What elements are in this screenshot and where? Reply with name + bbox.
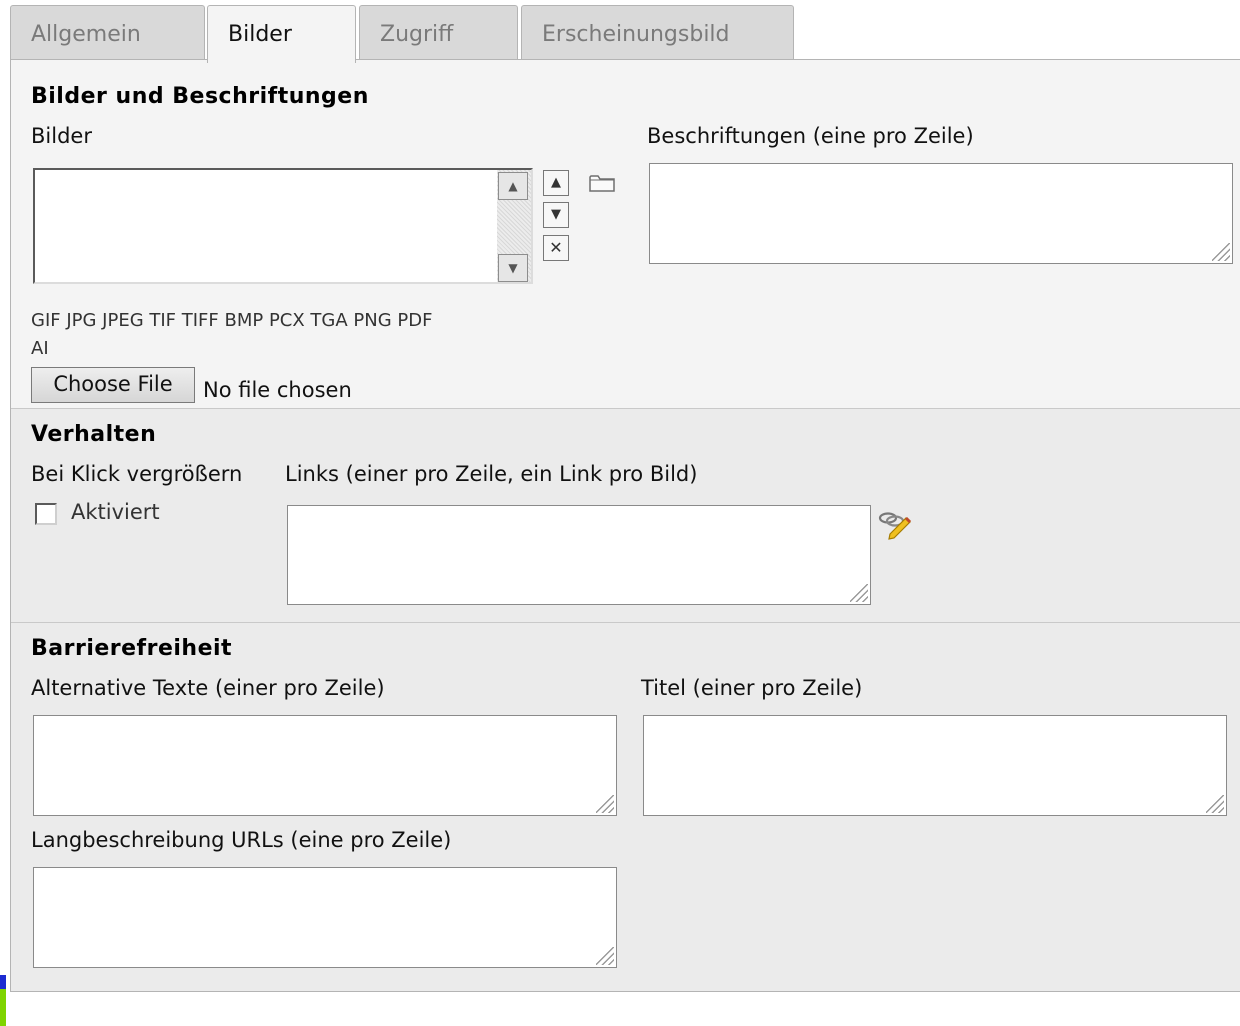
- color-strip-green: [0, 989, 6, 1026]
- images-list-scrollbar[interactable]: ▲ ▼: [497, 170, 531, 282]
- resize-grip-icon[interactable]: [596, 795, 614, 813]
- allowed-file-types-cont: AI: [31, 338, 49, 359]
- zoom-checkbox-label[interactable]: Aktiviert: [71, 500, 160, 524]
- images-select-list[interactable]: ▲ ▼: [33, 168, 533, 284]
- move-up-icon[interactable]: ▲: [543, 170, 569, 196]
- longdesc-textarea[interactable]: [33, 867, 617, 968]
- images-section-heading: Bilder und Beschriftungen: [31, 84, 369, 109]
- longdesc-label: Langbeschreibung URLs (eine pro Zeile): [31, 828, 452, 852]
- alt-text-label: Alternative Texte (einer pro Zeile): [31, 676, 385, 700]
- resize-grip-icon[interactable]: [850, 584, 868, 602]
- choose-file-button[interactable]: Choose File: [31, 367, 195, 403]
- allowed-file-types: GIF JPG JPEG TIF TIFF BMP PCX TGA PNG PD…: [31, 310, 433, 331]
- images-label: Bilder: [31, 124, 92, 148]
- alt-text-textarea[interactable]: [33, 715, 617, 816]
- captions-textarea[interactable]: [649, 163, 1233, 264]
- link-wizard-icon[interactable]: [878, 510, 914, 540]
- tab-allgemein[interactable]: Allgemein: [10, 5, 205, 61]
- accessibility-section-heading: Barrierefreiheit: [31, 636, 233, 661]
- scroll-up-arrow-icon[interactable]: ▲: [498, 172, 528, 200]
- scroll-down-arrow-icon[interactable]: ▼: [498, 254, 528, 282]
- captions-label: Beschriftungen (eine pro Zeile): [647, 124, 974, 148]
- tab-zugriff[interactable]: Zugriff: [359, 5, 518, 61]
- resize-grip-icon[interactable]: [596, 947, 614, 965]
- remove-icon[interactable]: ✕: [543, 235, 569, 261]
- move-down-icon[interactable]: ▼: [543, 202, 569, 228]
- folder-icon[interactable]: [588, 172, 616, 194]
- links-textarea[interactable]: [287, 505, 871, 605]
- file-status-text: No file chosen: [203, 378, 352, 402]
- section-divider: [11, 408, 1240, 409]
- behavior-section-heading: Verhalten: [31, 422, 157, 447]
- title-textarea[interactable]: [643, 715, 1227, 816]
- section-divider: [11, 622, 1240, 623]
- zoom-label: Bei Klick vergrößern: [31, 462, 243, 486]
- tab-erscheinungsbild[interactable]: Erscheinungsbild: [521, 5, 794, 61]
- resize-grip-icon[interactable]: [1212, 243, 1230, 261]
- links-label: Links (einer pro Zeile, ein Link pro Bil…: [285, 462, 698, 486]
- zoom-checkbox[interactable]: [35, 503, 57, 525]
- tab-bilder[interactable]: Bilder: [207, 5, 356, 63]
- resize-grip-icon[interactable]: [1206, 795, 1224, 813]
- color-strip-blue: [0, 975, 6, 989]
- title-label: Titel (einer pro Zeile): [641, 676, 863, 700]
